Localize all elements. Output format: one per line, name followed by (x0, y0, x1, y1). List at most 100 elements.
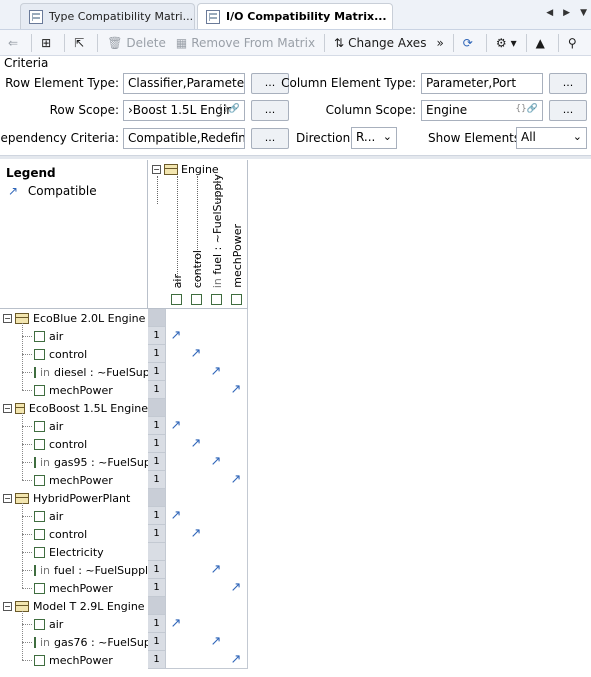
row-scope-browse-button[interactable]: ... (251, 100, 289, 121)
block-icon (14, 402, 25, 414)
tab-label: I/O Compatibility Matrix... (226, 10, 387, 23)
options-button[interactable]: ⚙ ▾ (492, 32, 521, 54)
tab-menu-icon[interactable]: ▼ (580, 8, 587, 18)
block-icon (15, 492, 29, 504)
show-hierarchy-button[interactable]: ⊞ (37, 32, 59, 54)
port-icon (34, 528, 45, 540)
column-element-type-field[interactable]: Parameter,Port (421, 73, 543, 94)
row-group-label: EcoBoost 1.5L Engine (28, 401, 148, 415)
arrow-icon: ↗ (8, 184, 19, 198)
collapse-icon[interactable]: − (3, 601, 12, 611)
compatible-arrow-icon[interactable]: ↗ (186, 345, 206, 363)
row-scope-label: Row Scope: (49, 103, 119, 117)
direction-prefix: in (40, 455, 51, 469)
compatible-arrow-icon[interactable]: ↗ (206, 561, 226, 579)
tab-prev-icon[interactable]: ◀ (546, 8, 553, 18)
delete-button[interactable]: 🗑 Delete (103, 32, 170, 54)
port-icon (34, 384, 45, 396)
tree-line (22, 516, 32, 517)
tree-line (22, 372, 32, 373)
tab-io-compatibility-matrix[interactable]: I/O Compatibility Matrix... ✕ (197, 3, 393, 29)
compatible-arrow-icon[interactable]: ↗ (206, 363, 226, 381)
row-count-cell (148, 399, 166, 417)
tree-line (22, 624, 32, 625)
tree-line (22, 570, 32, 571)
column-scope-browse-button[interactable]: ... (549, 100, 587, 121)
row-scope-field[interactable]: ›Boost 1.5L Engir {}🔗 (123, 100, 245, 121)
delete-label: Delete (126, 35, 166, 50)
compatible-arrow-icon[interactable]: ↗ (186, 525, 206, 543)
change-axes-button[interactable]: ⇅ Change Axes (330, 32, 430, 54)
column-label: air (171, 273, 184, 288)
row-count-cell: 1 (148, 453, 166, 471)
column-group-engine[interactable]: − Engine (152, 163, 219, 176)
change-axes-icon: ⇅ (334, 35, 345, 50)
compatible-arrow-icon[interactable]: ↗ (166, 507, 186, 525)
row-count-cell: 1 (148, 471, 166, 489)
back-icon: ⇐ (8, 35, 19, 50)
tree-line (22, 336, 32, 337)
compatible-arrow-icon[interactable]: ↗ (226, 471, 246, 489)
row-count-cell: 1 (148, 381, 166, 399)
port-icon (34, 510, 45, 522)
direction-select[interactable]: R... ⌄ (351, 127, 397, 149)
row-label: air (49, 617, 64, 631)
compatible-arrow-icon[interactable]: ↗ (226, 579, 246, 597)
row-label: mechPower (49, 581, 113, 595)
tree-line (22, 426, 32, 427)
dependency-criteria-field[interactable]: Compatible,Redefinec (123, 128, 245, 149)
compatible-arrow-icon[interactable]: ↗ (166, 327, 186, 345)
row-label: control (49, 527, 88, 541)
compatible-arrow-icon[interactable]: ↗ (206, 453, 226, 471)
separator (324, 33, 326, 52)
column-header-fuel[interactable]: in fuel : ~FuelSupply (211, 174, 224, 288)
row-label: control (49, 437, 88, 451)
collapse-icon[interactable]: − (3, 493, 12, 503)
collapse-icon[interactable]: − (152, 165, 161, 174)
back-button[interactable]: ⇐ (4, 32, 26, 54)
criteria-panel: Criteria Row Element Type: Classifier,Pa… (0, 56, 591, 156)
legend-item-label: Compatible (27, 184, 97, 198)
row-label: gas95 : ~FuelSupply (54, 455, 148, 469)
remove-from-matrix-button[interactable]: ▦ Remove From Matrix (172, 32, 319, 54)
refresh-criteria-button[interactable]: ⇱ (70, 32, 92, 54)
compatible-arrow-icon[interactable]: ↗ (166, 615, 186, 633)
column-header-air[interactable]: air (171, 274, 184, 288)
port-icon (34, 456, 36, 468)
compatible-arrow-icon[interactable]: ↗ (206, 633, 226, 651)
port-icon (34, 366, 36, 378)
column-scope-field[interactable]: Engine {}🔗 (421, 100, 543, 121)
search-button[interactable]: ⚲ (564, 32, 585, 54)
compatible-arrow-icon[interactable]: ↗ (226, 381, 246, 399)
collapse-icon[interactable]: − (3, 403, 12, 413)
column-header-mechpower[interactable]: mechPower (231, 224, 244, 288)
collapse-button[interactable]: ▲ (532, 32, 553, 54)
compatible-arrow-icon[interactable]: ↗ (186, 435, 206, 453)
more-button[interactable]: » (432, 32, 447, 54)
row-element-type-field[interactable]: Classifier,Parameter,P (123, 73, 245, 94)
column-scope-label: Column Scope: (325, 103, 416, 117)
refresh-button[interactable]: ⟳ (459, 32, 481, 54)
row-count-cell (148, 543, 166, 561)
compatible-arrow-icon[interactable]: ↗ (226, 651, 246, 669)
gear-icon: ⚙ (495, 35, 507, 50)
tab-next-icon[interactable]: ▶ (563, 8, 570, 18)
tree-line (22, 480, 32, 481)
column-header-control[interactable]: control (191, 250, 204, 288)
matrix-edit-icon: ⇱ (74, 35, 85, 50)
tree-line (22, 462, 32, 463)
tab-type-compatibility-matrix[interactable]: Type Compatibility Matri... (20, 3, 195, 29)
block-icon (15, 312, 29, 324)
matrix-icon (206, 9, 220, 24)
collapse-icon[interactable]: − (3, 313, 12, 323)
tree-line (22, 611, 23, 660)
column-element-type-browse-button[interactable]: ... (549, 73, 587, 94)
port-icon (34, 564, 36, 576)
show-elements-select[interactable]: All ⌄ (516, 127, 587, 149)
direction-prefix: in (211, 277, 224, 288)
splitter[interactable] (0, 156, 591, 159)
dependency-criteria-browse-button[interactable]: ... (251, 128, 289, 149)
compatible-arrow-icon[interactable]: ↗ (166, 417, 186, 435)
chevron-down-icon: ⌄ (382, 130, 392, 143)
legend-title: Legend (6, 166, 56, 180)
